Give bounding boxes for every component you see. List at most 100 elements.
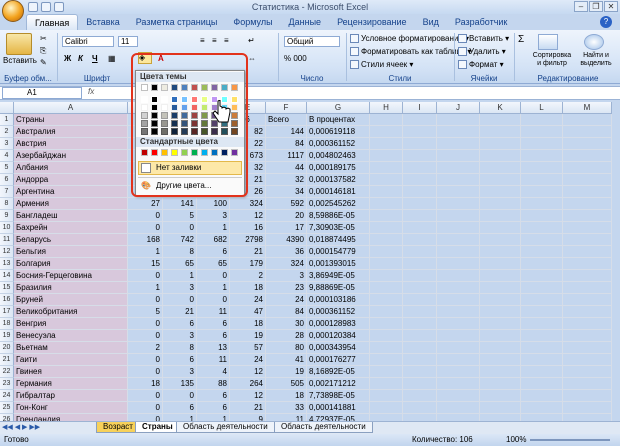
align-bottom-icon[interactable]: ≡: [224, 36, 229, 45]
table-cell[interactable]: 57: [230, 342, 266, 354]
tab-data[interactable]: Данные: [281, 14, 330, 30]
table-cell[interactable]: [437, 246, 480, 258]
table-cell[interactable]: [480, 282, 521, 294]
table-cell[interactable]: 5: [163, 210, 197, 222]
table-cell[interactable]: 0,000189175: [307, 162, 370, 174]
row-header[interactable]: 16: [0, 294, 14, 306]
table-cell[interactable]: [563, 330, 612, 342]
table-cell[interactable]: [563, 126, 612, 138]
table-cell[interactable]: [480, 378, 521, 390]
sheet-tab-activity-2[interactable]: Область деятельности: [274, 422, 373, 433]
table-cell[interactable]: [403, 306, 437, 318]
table-cell[interactable]: [480, 258, 521, 270]
table-cell[interactable]: Босния-Герцеговина: [14, 270, 128, 282]
table-cell[interactable]: [370, 330, 403, 342]
table-cell[interactable]: 0,000361152: [307, 138, 370, 150]
table-cell[interactable]: Андорра: [14, 174, 128, 186]
find-select-button[interactable]: Найти и выделить: [578, 52, 614, 68]
table-cell[interactable]: [437, 162, 480, 174]
maximize-button[interactable]: ❐: [589, 1, 603, 12]
table-cell[interactable]: [563, 294, 612, 306]
table-cell[interactable]: [521, 342, 563, 354]
table-cell[interactable]: [521, 186, 563, 198]
table-cell[interactable]: [563, 186, 612, 198]
table-cell[interactable]: [480, 294, 521, 306]
table-cell[interactable]: [403, 294, 437, 306]
sort-filter-button[interactable]: Сортировка и фильтр: [532, 52, 572, 68]
table-cell[interactable]: Великобритания: [14, 306, 128, 318]
table-cell[interactable]: [370, 342, 403, 354]
tab-insert[interactable]: Вставка: [78, 14, 127, 30]
table-cell[interactable]: [480, 402, 521, 414]
table-cell[interactable]: [563, 246, 612, 258]
table-cell[interactable]: 3: [197, 210, 230, 222]
table-cell[interactable]: 0,000361152: [307, 306, 370, 318]
table-cell[interactable]: [480, 114, 521, 126]
sheet-tab-age[interactable]: Возраст: [96, 422, 140, 433]
table-cell[interactable]: 0,000103186: [307, 294, 370, 306]
table-cell[interactable]: [521, 150, 563, 162]
table-cell[interactable]: 1: [163, 270, 197, 282]
table-cell[interactable]: [480, 126, 521, 138]
table-cell[interactable]: [480, 234, 521, 246]
table-cell[interactable]: [437, 210, 480, 222]
format-painter-icon[interactable]: ✎: [40, 58, 47, 67]
table-cell[interactable]: 11: [197, 354, 230, 366]
table-cell[interactable]: 84: [266, 306, 307, 318]
row-header[interactable]: 21: [0, 354, 14, 366]
row-header[interactable]: 4: [0, 150, 14, 162]
table-cell[interactable]: Албания: [14, 162, 128, 174]
table-cell[interactable]: [521, 378, 563, 390]
row-header[interactable]: 24: [0, 390, 14, 402]
table-cell[interactable]: [563, 198, 612, 210]
table-cell[interactable]: [521, 306, 563, 318]
table-cell[interactable]: [563, 210, 612, 222]
table-cell[interactable]: [437, 198, 480, 210]
table-cell[interactable]: 6: [163, 402, 197, 414]
table-cell[interactable]: 100: [197, 198, 230, 210]
table-cell[interactable]: [521, 402, 563, 414]
table-cell[interactable]: [563, 354, 612, 366]
table-cell[interactable]: 0: [163, 222, 197, 234]
table-cell[interactable]: 0: [128, 210, 163, 222]
table-cell[interactable]: [370, 318, 403, 330]
table-cell[interactable]: [403, 162, 437, 174]
table-cell[interactable]: 8: [163, 246, 197, 258]
table-cell[interactable]: 0: [128, 366, 163, 378]
table-cell[interactable]: [563, 234, 612, 246]
table-cell[interactable]: [480, 222, 521, 234]
table-cell[interactable]: Бразилия: [14, 282, 128, 294]
table-cell[interactable]: [370, 390, 403, 402]
delete-cells-button[interactable]: Удалить ▾: [458, 47, 506, 57]
column-header[interactable]: K: [480, 102, 521, 114]
table-cell[interactable]: [521, 114, 563, 126]
table-cell[interactable]: 12: [230, 210, 266, 222]
table-cell[interactable]: 168: [128, 234, 163, 246]
table-cell[interactable]: [370, 366, 403, 378]
table-cell[interactable]: 3: [163, 282, 197, 294]
table-cell[interactable]: [437, 258, 480, 270]
row-header[interactable]: 17: [0, 306, 14, 318]
row-header[interactable]: 19: [0, 330, 14, 342]
table-cell[interactable]: 0,000154779: [307, 246, 370, 258]
table-cell[interactable]: [563, 282, 612, 294]
table-cell[interactable]: 6: [197, 246, 230, 258]
table-cell[interactable]: [403, 114, 437, 126]
column-header[interactable]: I: [403, 102, 437, 114]
table-cell[interactable]: [480, 198, 521, 210]
table-cell[interactable]: 30: [266, 318, 307, 330]
table-cell[interactable]: 12: [230, 390, 266, 402]
table-cell[interactable]: 21: [230, 402, 266, 414]
table-cell[interactable]: 141: [163, 198, 197, 210]
table-cell[interactable]: [521, 294, 563, 306]
table-cell[interactable]: 6: [197, 390, 230, 402]
table-cell[interactable]: [437, 354, 480, 366]
table-cell[interactable]: [521, 246, 563, 258]
table-cell[interactable]: 0,004802463: [307, 150, 370, 162]
table-cell[interactable]: [563, 258, 612, 270]
table-cell[interactable]: [480, 186, 521, 198]
table-cell[interactable]: 1: [197, 222, 230, 234]
table-cell[interactable]: 8: [163, 342, 197, 354]
paste-icon[interactable]: [6, 33, 32, 55]
table-cell[interactable]: 0,001393015: [307, 258, 370, 270]
